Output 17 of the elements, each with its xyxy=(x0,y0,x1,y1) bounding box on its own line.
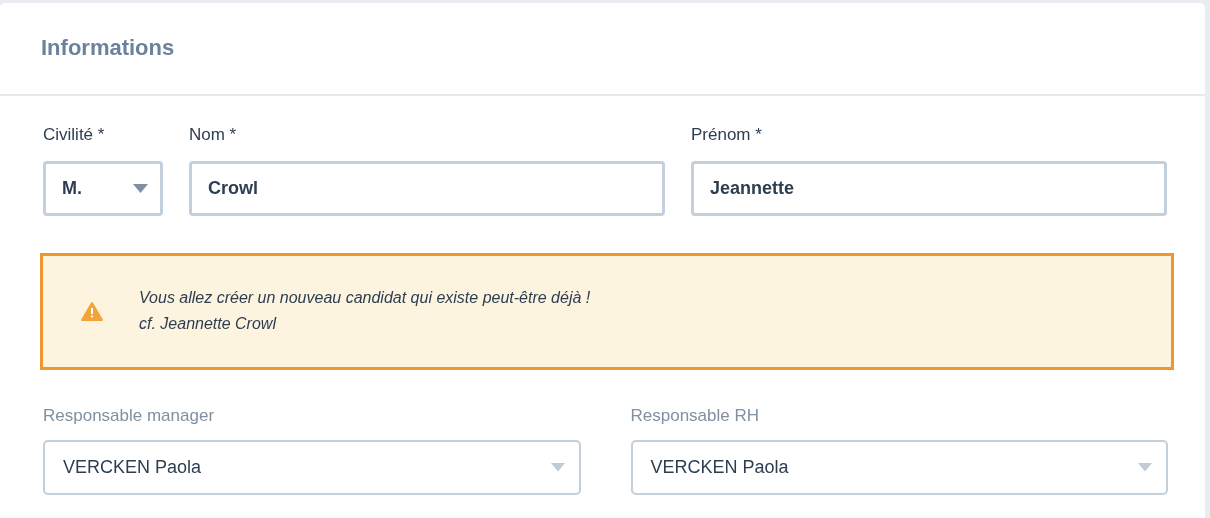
alert-text: cf. Jeannette Crowl xyxy=(139,314,278,334)
field-label: Nom * xyxy=(189,124,237,146)
input-field[interactable]: Jeannette xyxy=(691,160,1167,216)
select-field[interactable]: VERCKEN Paola xyxy=(630,440,1168,495)
field-label: Prénom * xyxy=(691,124,762,146)
field-label: Responsable manager xyxy=(43,404,215,427)
select-field[interactable]: VERCKEN Paola xyxy=(43,440,581,495)
caret-icon xyxy=(1138,463,1152,472)
caret-icon xyxy=(550,463,565,472)
input-field[interactable]: Crowl xyxy=(189,160,665,216)
field-label: Civilité * xyxy=(43,124,105,146)
select-field[interactable]: M. xyxy=(43,160,163,216)
warning-icon xyxy=(81,301,103,321)
caret-icon xyxy=(133,183,148,193)
field-label: Responsable RH xyxy=(630,404,759,427)
card-title: Informations xyxy=(41,35,175,62)
alert-text: Vous allez créer un nouveau candidat qui existe peut-être déjà ! xyxy=(139,288,591,308)
